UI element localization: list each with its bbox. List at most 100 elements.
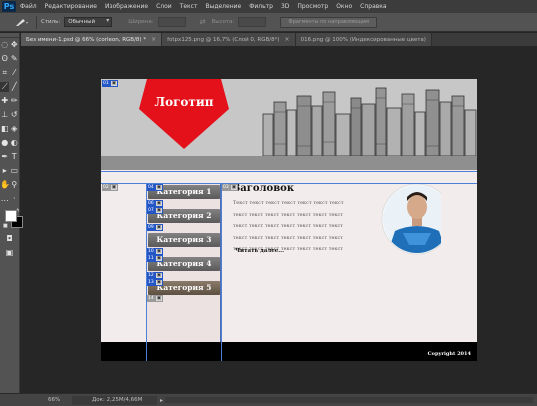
slice-tag-01[interactable]: 01 ▣ — [102, 80, 118, 87]
pen-tool-icon[interactable]: ✒ — [0, 152, 9, 162]
slice-image-icon: ▣ — [154, 184, 163, 191]
close-icon[interactable]: × — [285, 36, 290, 43]
slice-number: 06 — [147, 200, 155, 207]
horizontal-scrollbar[interactable] — [165, 397, 533, 403]
slice-tag-07[interactable]: 07 ▣ — [147, 207, 163, 214]
move-tool-icon[interactable]: ✥ — [10, 40, 19, 50]
menu-file[interactable]: Файл — [20, 3, 37, 10]
menu-type[interactable]: Текст — [180, 3, 198, 10]
read-more-link[interactable]: Читать далее... — [235, 248, 284, 254]
slice-tag-13[interactable]: 13 ▣ — [147, 279, 163, 286]
zoom-tool-icon[interactable]: ⚲ — [10, 180, 19, 190]
logo-text: Логотип — [154, 95, 214, 109]
menu-window[interactable]: Окно — [336, 3, 352, 10]
site-footer — [101, 342, 477, 361]
slice-tool-icon[interactable]: ⟋ — [0, 82, 10, 92]
slice-tag-02[interactable]: 02 ▣ — [102, 184, 118, 191]
width-field[interactable] — [157, 17, 186, 27]
slice-image-icon: ▣ — [154, 272, 163, 279]
header-band — [101, 156, 477, 170]
document-size-info[interactable]: Док: 2,25M/4,66M — [72, 395, 157, 405]
path-select-icon[interactable]: ▸ — [0, 166, 9, 176]
slice-tool-preset[interactable] — [12, 16, 32, 29]
height-label: Высота: — [211, 19, 235, 25]
tools-panel: ◌ ✥ ʘ ✎ ⌗ ⁄ ⟋ ╱ ✚ ✏ ⊥ ↺ ◧ ◈ ● ◐ ✒ T ▸ ▭ ✋ ⚲ … · ■ ↰ … — [0, 33, 23, 393]
style-label: Стиль: — [41, 19, 61, 25]
tab-label: Без имени-1.psd @ 66% (corleon, RGB/8) * — [26, 36, 147, 43]
content-heading: Заголовок — [233, 183, 295, 194]
slice-tag-11[interactable]: 11 ▣ — [147, 255, 163, 262]
slice-tag-03[interactable]: 03 ▣ — [222, 184, 238, 191]
menu-image[interactable]: Изображение — [105, 3, 148, 10]
pencil-icon[interactable]: ✏ — [10, 96, 19, 106]
slice-tag-14[interactable]: 14 ▣ — [147, 295, 163, 302]
document-canvas[interactable]: Логотип Категория 1 Категория 2 Категори… — [101, 79, 477, 361]
height-field[interactable] — [238, 17, 267, 27]
width-label: Ширина: — [128, 19, 154, 25]
marquee-tool-icon[interactable]: ◌ — [0, 40, 9, 50]
healing-tool-icon[interactable]: ✚ — [0, 96, 9, 106]
menu-help[interactable]: Справка — [360, 3, 386, 10]
copyright-text: Copyright 2014 — [427, 351, 471, 357]
screen-mode-icon[interactable]: ▣ — [5, 248, 14, 258]
status-menu-arrow-icon[interactable]: ▸ — [160, 397, 163, 404]
menu-select[interactable]: Выделение — [205, 3, 241, 10]
tab-label: fotpx125.png @ 16,7% (Слой 0, RGB/8*) — [167, 36, 280, 43]
slice-image-icon: ▣ — [154, 248, 163, 255]
slice-tag-06[interactable]: 06 ▣ — [147, 200, 163, 207]
dodge-tool-icon[interactable]: ◐ — [10, 138, 19, 148]
slice-number: 02 — [102, 184, 110, 191]
menu-bar: Ps Файл Редактирование Изображение Слои … — [0, 0, 537, 13]
slice-tag-12[interactable]: 12 ▣ — [147, 272, 163, 279]
slice-tag-09[interactable]: 09 ▣ — [147, 224, 163, 231]
menu-filter[interactable]: Фильтр — [249, 3, 273, 10]
swap-colors-icon[interactable]: ↰ — [16, 208, 20, 214]
tab-document-1[interactable]: Без имени-1.psd @ 66% (corleon, RGB/8) *… — [21, 33, 163, 46]
paint-bucket-icon[interactable]: ◈ — [10, 124, 19, 134]
slice-image-icon: ▣ — [109, 184, 118, 191]
slice-tag-04[interactable]: 04 ▣ — [147, 184, 163, 191]
slice-image-icon: ▣ — [154, 295, 163, 302]
logo-pentagon-shape — [139, 79, 229, 149]
slice-number: 01 — [102, 80, 110, 87]
status-bar: 66% Док: 2,25M/4,66M ▸ — [0, 393, 537, 406]
body-line: Текст текст текст текст текст текст текс… — [233, 201, 344, 206]
menu-edit[interactable]: Редактирование — [45, 3, 97, 10]
slice-image-icon: ▣ — [154, 255, 163, 262]
lasso-tool-icon[interactable]: ʘ — [0, 54, 9, 64]
style-select[interactable]: Обычный — [64, 17, 113, 27]
quick-select-icon[interactable]: ✎ — [10, 54, 19, 64]
stamp-tool-icon[interactable]: ⊥ — [0, 110, 9, 120]
slice-number: 03 — [222, 184, 230, 191]
slice-image-icon: ▣ — [154, 200, 163, 207]
menu-layer[interactable]: Слои — [156, 3, 172, 10]
eyedropper-icon[interactable]: ⁄ — [10, 68, 19, 78]
brush-tool-icon[interactable]: ╱ — [10, 82, 19, 92]
slices-from-guides-button[interactable]: Фрагменты по направляющим — [280, 16, 377, 28]
menu-3d[interactable]: 3D — [281, 3, 289, 10]
slice-tag-10[interactable]: 10 ▣ — [147, 248, 163, 255]
shape-tool-icon[interactable]: ▭ — [10, 166, 19, 176]
menu-view[interactable]: Просмотр — [297, 3, 328, 10]
type-tool-icon[interactable]: T — [10, 152, 19, 162]
more-tools-alt-icon[interactable]: · — [10, 194, 19, 204]
tab-document-2[interactable]: fotpx125.png @ 16,7% (Слой 0, RGB/8*) × — [162, 33, 296, 46]
swap-dimensions-icon[interactable]: ⇄ — [200, 18, 206, 26]
more-tools-icon[interactable]: … — [0, 194, 9, 204]
default-colors-icon[interactable]: ■ — [3, 223, 8, 229]
superhero-image — [381, 183, 441, 255]
slice-image-icon: ▣ — [109, 80, 118, 87]
eraser-icon[interactable]: ◧ — [0, 124, 9, 134]
zoom-level[interactable]: 66% — [48, 397, 68, 403]
slice-number: 10 — [147, 248, 155, 255]
slice-number: 11 — [147, 255, 155, 262]
tab-document-3[interactable]: 016.png @ 100% (Индексированные цвета) — [295, 33, 432, 46]
close-icon[interactable]: × — [151, 36, 156, 43]
category-button-3[interactable]: Категория 3 — [148, 233, 220, 247]
crop-tool-icon[interactable]: ⌗ — [0, 68, 9, 78]
quick-mask-icon[interactable]: ◘ — [5, 234, 14, 244]
history-brush-icon[interactable]: ↺ — [10, 110, 19, 120]
hand-tool-icon[interactable]: ✋ — [0, 180, 10, 190]
blur-tool-icon[interactable]: ● — [0, 138, 9, 148]
slice-number: 07 — [147, 207, 155, 214]
